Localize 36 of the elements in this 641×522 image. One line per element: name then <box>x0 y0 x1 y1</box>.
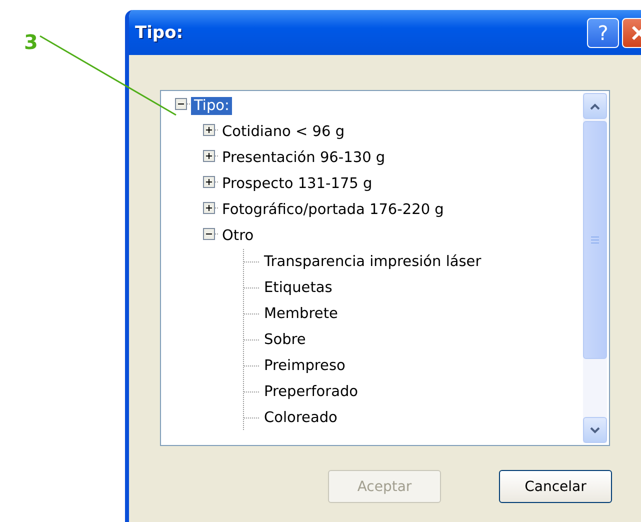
chevron-up-icon <box>590 102 600 110</box>
tree-item[interactable]: Presentación 96-130 g <box>219 149 388 167</box>
tree-item[interactable]: Fotográfico/portada 176-220 g <box>219 201 447 219</box>
tree-item[interactable]: Prospecto 131-175 g <box>219 175 376 193</box>
tree-line <box>243 379 261 405</box>
callout-number: 3 <box>24 30 38 54</box>
tree-item[interactable]: Coloreado <box>261 409 340 427</box>
grip-icon <box>591 236 599 244</box>
scroll-up-button[interactable] <box>583 93 607 119</box>
tree-line <box>243 405 261 431</box>
scroll-thumb[interactable] <box>583 121 607 359</box>
scroll-down-button[interactable] <box>583 417 607 443</box>
tree-line <box>243 327 261 353</box>
tree-item[interactable]: Tipo: <box>191 97 232 115</box>
dialog-button[interactable]: Cancelar <box>499 470 612 503</box>
tree-item[interactable]: Etiquetas <box>261 279 336 297</box>
tree-line <box>243 353 261 379</box>
tree-item[interactable]: Preimpreso <box>261 357 348 375</box>
expand-icon[interactable] <box>203 124 219 138</box>
tree-item[interactable]: Membrete <box>261 305 341 323</box>
expand-icon[interactable] <box>203 150 219 164</box>
tree-item[interactable]: Transparencia impresión láser <box>261 253 484 271</box>
chevron-down-icon <box>590 426 600 434</box>
tree-item[interactable]: Preperforado <box>261 383 362 401</box>
tree-line <box>243 249 261 275</box>
collapse-icon[interactable] <box>175 98 191 112</box>
expand-icon[interactable] <box>203 202 219 216</box>
window-title: Tipo: <box>135 22 184 42</box>
collapse-icon[interactable] <box>203 228 219 242</box>
tree-item[interactable]: Otro <box>219 227 257 245</box>
tree-line <box>243 275 261 301</box>
expand-icon[interactable] <box>203 176 219 190</box>
scrollbar[interactable] <box>583 93 607 443</box>
tree-item[interactable]: Sobre <box>261 331 309 349</box>
tree-line <box>243 301 261 327</box>
tree-item[interactable]: Cotidiano < 96 g <box>219 123 348 141</box>
